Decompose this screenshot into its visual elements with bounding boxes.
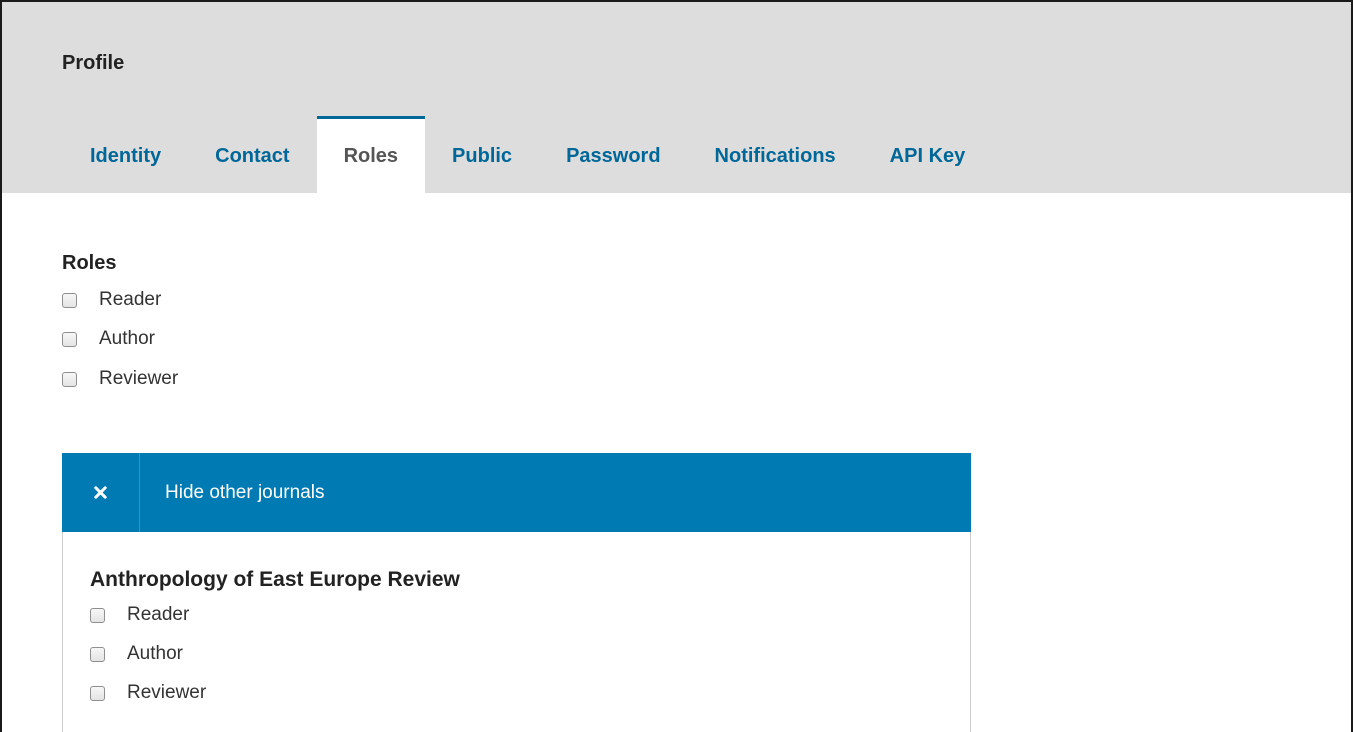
profile-tabs: Identity Contact Roles Public Password N…	[63, 116, 992, 193]
role-author-checkbox[interactable]	[62, 331, 77, 347]
role-reader-option[interactable]: Reader	[62, 289, 161, 311]
journal-role-author-checkbox[interactable]	[90, 646, 105, 662]
page-title: Profile	[62, 52, 125, 74]
role-author-label: Author	[99, 328, 155, 349]
journal-role-reader-label: Reader	[127, 604, 190, 625]
roles-heading: Roles	[62, 252, 117, 274]
tab-identity[interactable]: Identity	[63, 116, 188, 193]
journal-role-reader-checkbox[interactable]	[90, 607, 105, 623]
journal-title: Anthropology of East Europe Review	[90, 568, 460, 591]
role-reviewer-option[interactable]: Reviewer	[62, 368, 178, 390]
other-journals-toggle-bar[interactable]: Hide other journals	[62, 453, 971, 532]
journal-role-reviewer-label: Reviewer	[127, 682, 207, 703]
journal-role-reviewer-checkbox[interactable]	[90, 685, 105, 701]
profile-header: Profile Identity Contact Roles Public Pa…	[2, 2, 1351, 193]
tab-api-key[interactable]: API Key	[863, 116, 993, 193]
role-author-option[interactable]: Author	[62, 328, 155, 350]
tab-roles[interactable]: Roles	[316, 116, 426, 193]
role-reader-label: Reader	[99, 289, 162, 310]
journal-role-reader-option[interactable]: Reader	[90, 604, 189, 626]
tab-password[interactable]: Password	[539, 116, 687, 193]
journal-role-author-option[interactable]: Author	[90, 643, 183, 665]
journal-role-reviewer-option[interactable]: Reviewer	[90, 682, 206, 704]
close-icon	[94, 486, 107, 499]
tab-public[interactable]: Public	[425, 116, 539, 193]
journal-role-author-label: Author	[127, 643, 183, 664]
tab-notifications[interactable]: Notifications	[688, 116, 863, 193]
profile-page: Profile Identity Contact Roles Public Pa…	[0, 0, 1353, 732]
tab-contact[interactable]: Contact	[188, 116, 316, 193]
role-reader-checkbox[interactable]	[62, 292, 77, 308]
other-journals-panel: Hide other journals Anthropology of East…	[62, 453, 971, 732]
hide-other-journals-link[interactable]: Hide other journals	[140, 482, 324, 504]
close-icon-button[interactable]	[62, 453, 140, 532]
role-reviewer-label: Reviewer	[99, 368, 179, 389]
role-reviewer-checkbox[interactable]	[62, 371, 77, 387]
